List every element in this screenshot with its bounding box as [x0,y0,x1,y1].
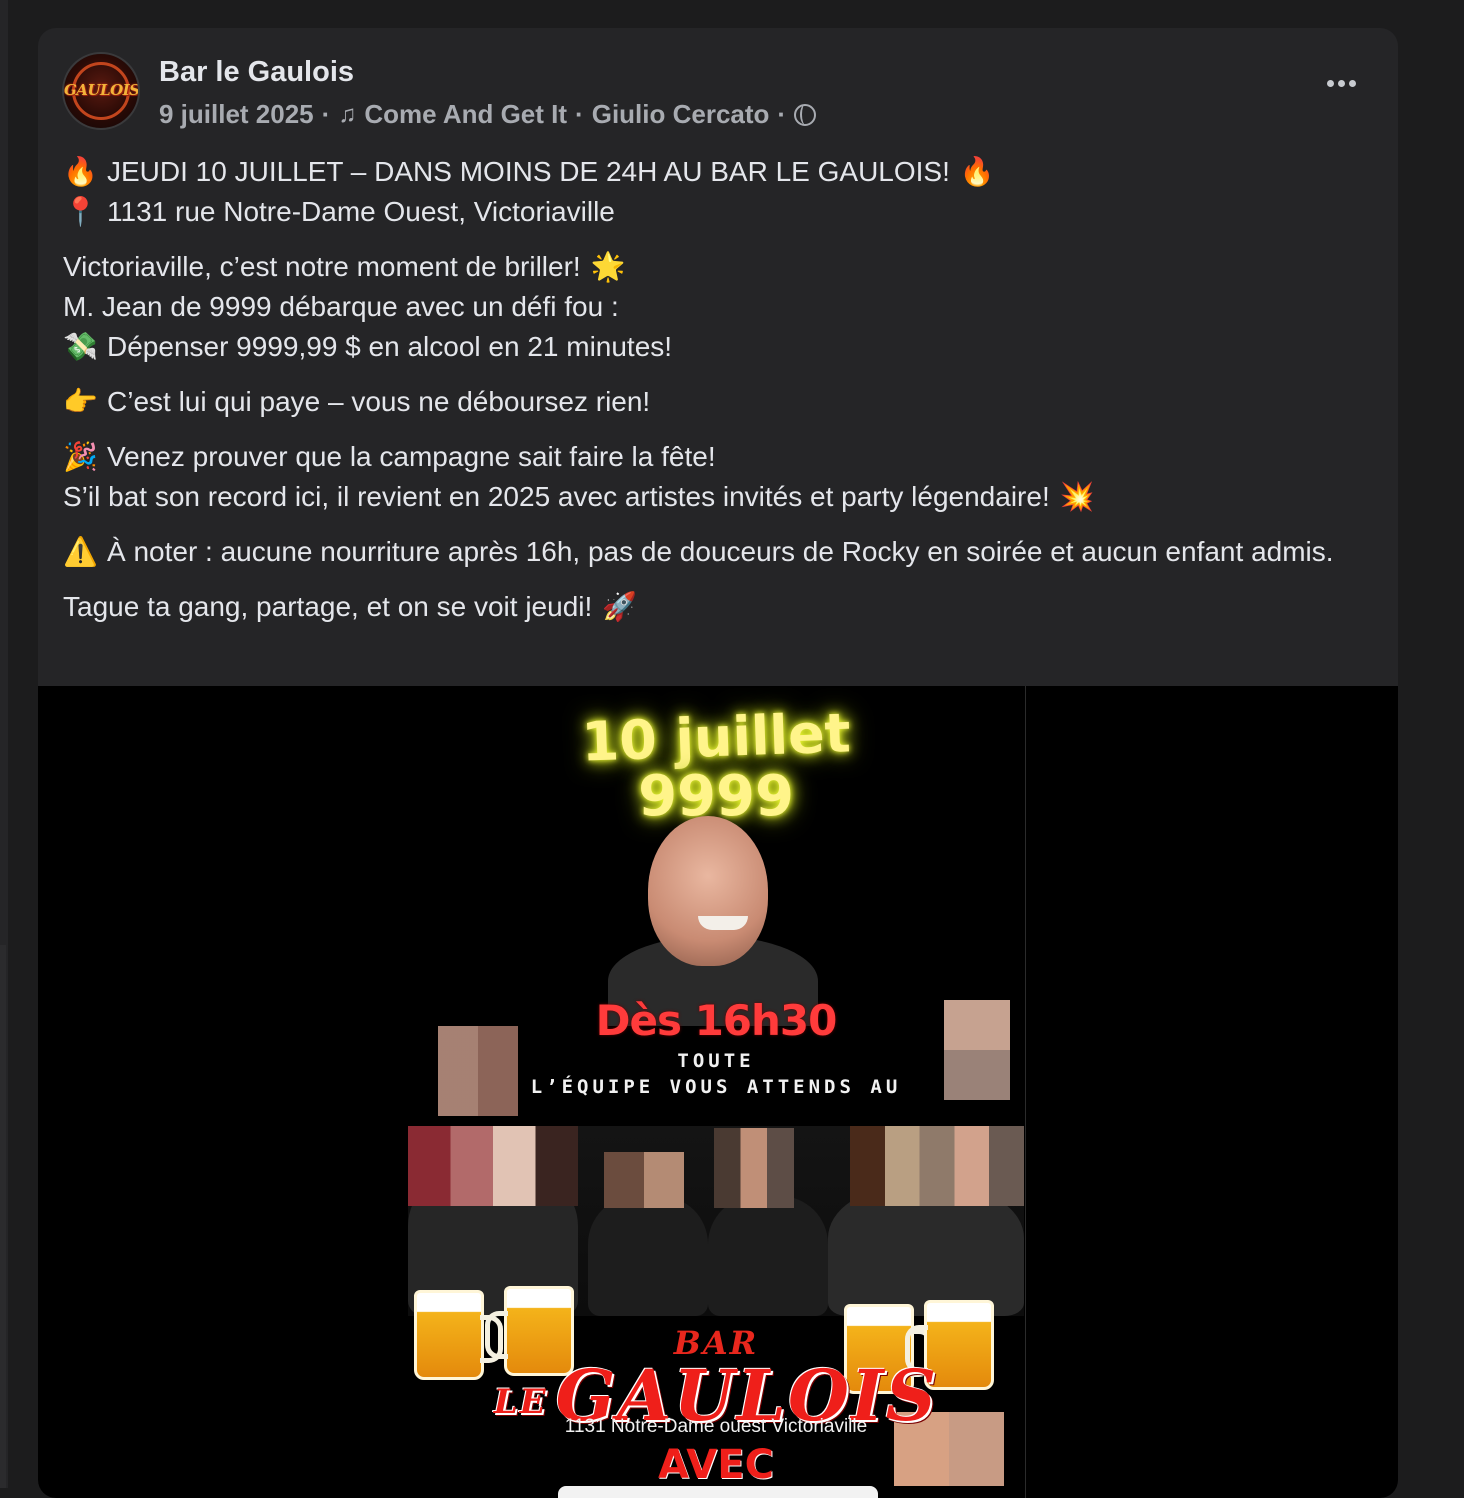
dot [1327,80,1334,87]
money-emoji-icon: 💸 [63,330,98,363]
meta-separator: · [321,99,331,129]
post-text: 🔥 JEUDI 10 JUILLET – DANS MOINS DE 24H AU… [63,152,1373,642]
poster-avec: AVEC [658,1442,774,1488]
pin-emoji-icon: 📍 [63,195,98,228]
address-text: 1131 rue Notre-Dame Ouest, Victoriaville [107,196,615,227]
paragraph-party: 🎉 Venez prouver que la campagne sait fair… [63,437,1373,517]
pointing-hand-emoji-icon: 👉 [63,385,98,418]
post-card: GAULOIS Bar le Gaulois 9 juillet 2025 · … [38,28,1398,1498]
headline-text: JEUDI 10 JUILLET – DANS MOINS DE 24H AU … [107,156,950,187]
text-line: 🔥 JEUDI 10 JUILLET – DANS MOINS DE 24H AU… [63,152,1373,192]
song-title-link[interactable]: Come And Get It [364,99,567,130]
text-line: M. Jean de 9999 débarque avec un défi fo… [63,287,1373,327]
host-smile [698,916,748,930]
post-date-link[interactable]: 9 juillet 2025 [159,99,314,130]
pay-text: C’est lui qui paye – vous ne déboursez r… [107,386,651,417]
pixelated-face [714,1128,794,1208]
shine-text: Victoriaville, c’est notre moment de bri… [63,251,581,282]
host-face [648,816,768,966]
meta-separator: · [575,99,584,129]
warning-emoji-icon: ⚠️ [63,535,98,568]
person-shape [588,1196,708,1316]
note-text: À noter : aucune nourriture après 16h, p… [107,536,1334,567]
media-divider [1025,686,1026,1498]
record-text: S’il bat son record ici, il revient en 2… [63,481,1050,512]
text-line: Victoriaville, c’est notre moment de bri… [63,247,1373,287]
song-artist-link[interactable]: Giulio Cercato [592,99,770,130]
party-popper-emoji-icon: 🎉 [63,440,98,473]
spend-text: Dépenser 9999,99 $ en alcool en 21 minut… [107,331,673,362]
paragraph-challenge: Victoriaville, c’est notre moment de bri… [63,247,1373,367]
tag-text: Tague ta gang, partage, et on se voit je… [63,591,593,622]
left-edge-panel-lower [0,945,6,1488]
collision-emoji-icon: 💥 [1059,480,1095,513]
fire-emoji-icon: 🔥 [63,155,98,188]
paragraph-tag: Tague ta gang, partage, et on se voit je… [63,587,1373,627]
text-line: 👉 C’est lui qui paye – vous ne déboursez … [63,382,1373,422]
globe-icon[interactable] [794,103,817,126]
text-line: Tague ta gang, partage, et on se voit je… [63,587,1373,627]
meta-separator: · [777,99,787,129]
text-line: 🎉 Venez prouver que la campagne sait fair… [63,437,1373,477]
dot [1349,80,1356,87]
poster-address: 1131 Notre-Dame ouest Victoriaville [564,1416,868,1437]
post-meta: 9 juillet 2025 · ♫ Come And Get It · Giu… [159,99,817,130]
poster-time: Dès 16h30 [595,996,838,1045]
avatar-logo-text: GAULOIS [64,81,140,99]
pixelated-face [604,1152,684,1208]
challenge-text: M. Jean de 9999 débarque avec un défi fo… [63,291,619,322]
paragraph-headline: 🔥 JEUDI 10 JUILLET – DANS MOINS DE 24H AU… [63,152,1373,232]
text-line: 💸 Dépenser 9999,99 $ en alcool en 21 minu… [63,327,1373,367]
more-options-icon[interactable] [1327,80,1356,87]
pixelated-face [408,1126,578,1206]
text-line: 📍 1131 rue Notre-Dame Ouest, Victoriavill… [63,192,1373,232]
paragraph-note: ⚠️ À noter : aucune nourriture après 16h,… [63,532,1373,572]
post-header: GAULOIS Bar le Gaulois 9 juillet 2025 · … [62,50,1374,140]
fire-emoji-icon: 🔥 [959,155,995,188]
paragraph-pay: 👉 C’est lui qui paye – vous ne déboursez … [63,382,1373,422]
party-text: Venez prouver que la campagne sait faire… [107,441,716,472]
pixelated-face [850,1126,1024,1206]
text-line: S’il bat son record ici, il revient en 2… [63,477,1373,517]
person-shape [708,1196,828,1316]
sparkle-emoji-icon: 🌟 [590,250,626,283]
page-avatar[interactable]: GAULOIS [62,52,140,130]
poster-team-line1: TOUTE [677,1050,755,1072]
dot [1338,80,1345,87]
event-poster[interactable]: 10 juillet 9999 Dès 16h30 TOUTE L’ÉQUIPE… [408,686,1024,1498]
post-image[interactable]: 10 juillet 9999 Dès 16h30 TOUTE L’ÉQUIPE… [38,686,1398,1498]
rocket-emoji-icon: 🚀 [602,590,638,623]
poster-team-line2: L’ÉQUIPE VOUS ATTENDS AU [530,1076,902,1098]
page-name-link[interactable]: Bar le Gaulois [159,56,354,89]
music-note-icon: ♫ [338,100,357,128]
